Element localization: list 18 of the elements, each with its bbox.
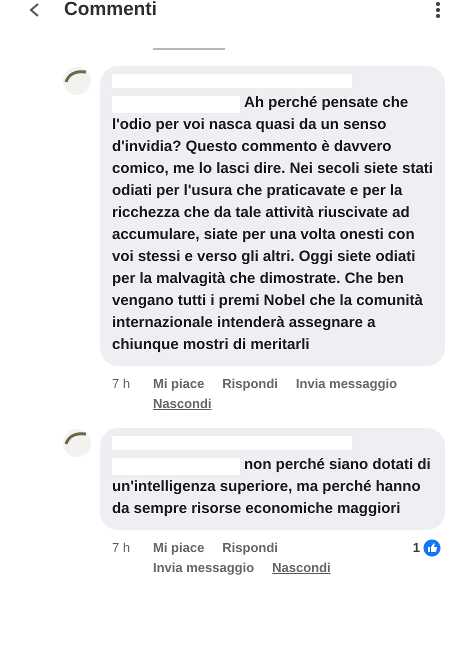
- action-link[interactable]: Invia messaggio: [296, 374, 398, 394]
- comment-text: non perché siano dotati di un'intelligenza superiore, ma perché hanno da sempre risorse economiche maggiori: [112, 455, 432, 519]
- hide-link[interactable]: Nascondi: [153, 394, 212, 414]
- like-count: 1: [412, 539, 420, 557]
- action-link[interactable]: Mi piace: [153, 374, 204, 394]
- hide-link[interactable]: Nascondi: [272, 558, 331, 578]
- comment-time: 7 h: [112, 539, 132, 557]
- action-link[interactable]: Mi piace: [153, 538, 204, 558]
- more-icon[interactable]: [435, 1, 441, 19]
- page-title: Commenti: [64, 0, 158, 21]
- action-link[interactable]: Rispondi: [222, 374, 278, 394]
- avatar-icon[interactable]: [62, 428, 92, 458]
- comment-text: Ah perché pensate che l'odio per voi nasca quasi da un senso d'invidia? Questo commento è davvero comico, me lo lasci dire. Nei secoli siete stati odiati per l'usura che praticavate e per la ricchezza che da tale attività riuscivate ad accumulare, siate per una volta onesti con voi stessi e verso gli altri. Oggi siete odiati per la malvagità che dimostrate. Che ben vengano tutti i premi Nobel che la comunità internazionale intenderà assegnare a chiunque mostri di meritarli: [112, 93, 433, 355]
- avatar-icon[interactable]: [62, 66, 92, 96]
- action-link[interactable]: Rispondi: [222, 538, 278, 558]
- action-link[interactable]: Invia messaggio: [153, 558, 254, 578]
- like-icon: [423, 539, 441, 557]
- comment-time: 7 h: [112, 375, 132, 393]
